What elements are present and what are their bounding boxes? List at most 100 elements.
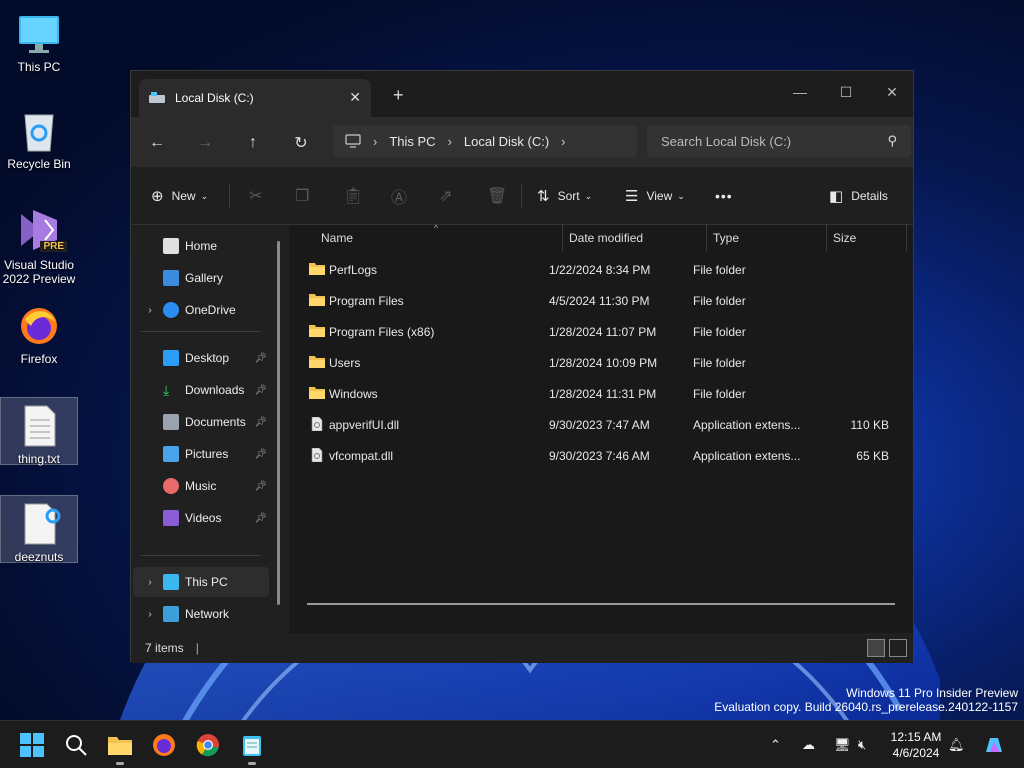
sidebar-item-this-pc[interactable]: › This PC [133,567,269,597]
taskbar-chrome[interactable] [194,731,222,759]
sidebar-item-pictures[interactable]: Pictures 📌︎ [133,439,269,469]
paste-icon[interactable]: 📋︎ [343,167,363,225]
desktop-icon-recycle-bin[interactable]: Recycle Bin [0,103,78,171]
close-window-button[interactable]: ✕ [869,77,915,107]
chevron-right-icon[interactable]: › [373,134,377,149]
new-button[interactable]: ⊕ New ⌄ [151,167,208,225]
desktop-icon-thing-txt[interactable]: thing.txt [0,397,78,466]
taskbar-file-explorer[interactable] [106,731,134,765]
breadcrumb-this-pc[interactable]: This PC [389,134,435,149]
column-divider[interactable] [706,225,707,251]
toolbar-divider [521,183,522,209]
maximize-button[interactable]: ☐ [823,77,869,107]
details-pane-icon: ◧ [829,188,844,205]
column-header-name[interactable]: Name [321,225,353,251]
pin-icon[interactable]: 📌︎ [254,481,267,492]
details-pane-button[interactable]: ◧ Details [829,167,888,225]
search-button[interactable] [62,731,90,759]
file-explorer-window[interactable]: Local Disk (C:) ✕ + — ☐ ✕ ← → ↑ ↻ › This… [130,70,914,663]
close-tab-icon[interactable]: ✕ [349,89,361,106]
start-button[interactable] [18,731,46,759]
file-row[interactable]: PerfLogs 1/22/2024 8:34 PM File folder [301,255,901,285]
sidebar-item-downloads[interactable]: ⤓ Downloads 📌︎ [133,375,269,405]
horizontal-scrollbar[interactable] [307,603,895,605]
title-bar[interactable]: Local Disk (C:) ✕ + — ☐ ✕ [131,71,913,117]
onedrive-offline-icon[interactable]: ☁︎ [802,721,815,768]
chevron-right-icon[interactable]: › [143,609,157,620]
sidebar-item-label: Downloads [185,383,245,397]
chevron-right-icon[interactable]: › [143,577,157,588]
pin-icon[interactable]: 📌︎ [254,385,267,396]
pin-icon[interactable]: 📌︎ [254,513,267,524]
show-hidden-icons-button[interactable]: ⌃ [770,721,781,768]
desktop-icon-firefox[interactable]: Firefox [0,298,78,366]
file-row[interactable]: Program Files (x86) 1/28/2024 11:07 PM Fil… [301,317,901,347]
desktop-icon-deeznuts[interactable]: deeznuts [0,495,78,564]
new-tab-button[interactable]: + [393,85,404,106]
rename-icon[interactable]: Ⓐ [391,167,407,225]
chevron-right-icon[interactable]: › [143,305,157,316]
address-bar[interactable]: › This PC › Local Disk (C:) › [333,125,637,157]
tiles-view-button[interactable] [889,639,907,657]
column-header-type[interactable]: Type [713,225,739,251]
minimize-button[interactable]: — [777,77,823,107]
file-row[interactable]: vfcompat.dll 9/30/2023 7:46 AM Application… [301,441,901,471]
file-row[interactable]: Program Files 4/5/2024 11:30 PM File folde… [301,286,901,316]
sort-button[interactable]: ⇅ Sort ⌄ [537,167,592,225]
search-input[interactable]: Search Local Disk (C:) ⚲ [647,125,911,157]
column-header-size[interactable]: Size [833,225,856,251]
sort-label: Sort [557,189,580,203]
pin-icon[interactable]: 📌︎ [254,353,267,364]
sidebar-item-videos[interactable]: Videos 📌︎ [133,503,269,533]
sidebar-item-desktop[interactable]: Desktop 📌︎ [133,343,269,373]
sidebar-scrollbar[interactable] [277,241,280,605]
column-divider[interactable] [826,225,827,251]
desktop-icon-visual-studio[interactable]: PRE Visual Studio 2022 Preview [0,200,78,286]
file-row[interactable]: Users 1/28/2024 10:09 PM File folder [301,348,901,378]
sidebar-item-home[interactable]: Home [133,231,269,261]
clock-time: 12:15 AM [890,730,942,744]
delete-icon[interactable]: 🗑︎ [487,167,507,225]
more-options-button[interactable]: ••• [715,167,733,225]
cut-icon[interactable]: ✂ [249,167,262,225]
share-icon[interactable]: ⇗ [439,167,452,225]
file-type: File folder [693,294,746,308]
sidebar-item-documents[interactable]: Documents 📌︎ [133,407,269,437]
desktop-icon-this-pc[interactable]: This PC [0,6,78,74]
notepad-icon [243,736,261,756]
view-button[interactable]: ☰ View ⌄ [625,167,685,225]
breadcrumb-local-disk[interactable]: Local Disk (C:) [464,134,549,149]
taskbar-notepad[interactable] [238,731,266,765]
volume-muted-icon[interactable]: 🔇︎ [858,721,866,768]
forward-button[interactable]: → [193,131,217,155]
copilot-icon[interactable] [982,721,1006,768]
taskbar-firefox[interactable] [150,731,178,759]
taskbar-clock[interactable]: 12:15 AM 4/6/2024 [886,729,946,761]
network-icon[interactable]: 🖥︎ [834,721,851,768]
chevron-right-icon[interactable]: › [448,134,452,149]
sidebar-item-onedrive[interactable]: › OneDrive [133,295,269,325]
sidebar-item-music[interactable]: Music 📌︎ [133,471,269,501]
column-divider[interactable] [906,225,907,251]
tab-local-disk[interactable]: Local Disk (C:) ✕ [139,79,371,117]
chevron-right-icon[interactable]: › [561,134,565,149]
file-row[interactable]: Windows 1/28/2024 11:31 PM File folder [301,379,901,409]
drive-icon [149,92,165,103]
back-button[interactable]: ← [145,131,169,155]
sidebar-item-network[interactable]: › Network [133,599,269,629]
details-view-button[interactable] [867,639,885,657]
file-row[interactable]: appverifUI.dll 9/30/2023 7:47 AM Applicati… [301,410,901,440]
sidebar-item-gallery[interactable]: Gallery [133,263,269,293]
windows-logo-icon [20,733,44,757]
up-button[interactable]: ↑ [241,131,265,155]
file-name: vfcompat.dll [329,449,394,463]
watermark-build: Evaluation copy. Build 26040.rs_prerelea… [714,700,1018,714]
refresh-button[interactable]: ↻ [289,131,313,155]
column-divider[interactable] [562,225,563,251]
music-icon [163,478,179,494]
pin-icon[interactable]: 📌︎ [254,449,267,460]
notification-bell-icon[interactable]: 🔔︎ [948,721,965,768]
column-header-date[interactable]: Date modified [569,225,643,251]
copy-icon[interactable]: ❐ [295,167,309,225]
pin-icon[interactable]: 📌︎ [254,417,267,428]
